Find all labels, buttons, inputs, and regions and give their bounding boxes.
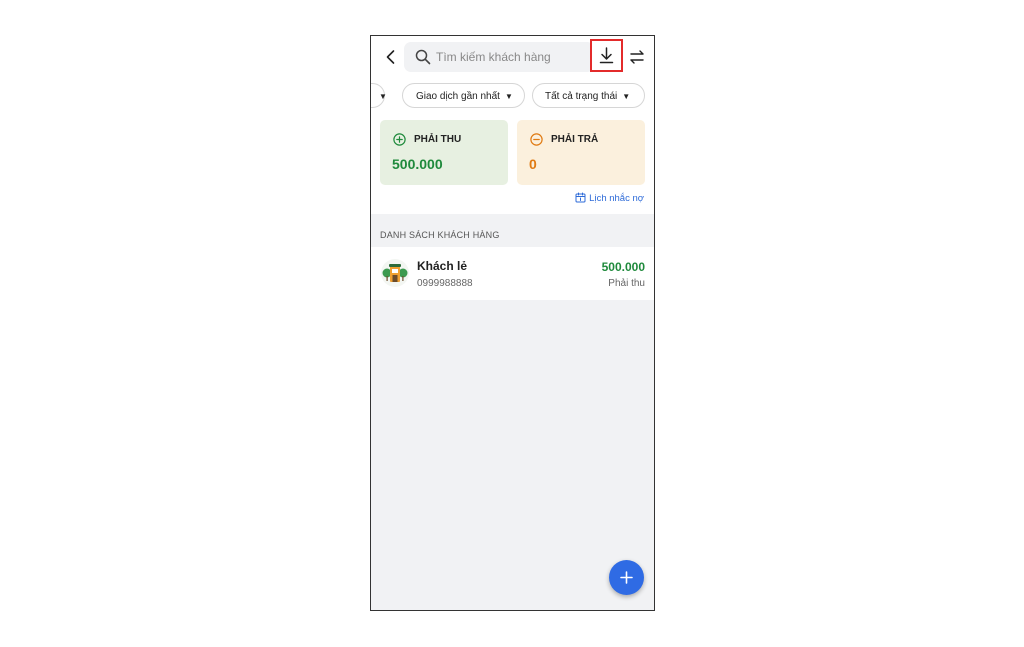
download-button[interactable] [590, 39, 623, 72]
add-customer-button[interactable] [609, 560, 644, 595]
search-icon [415, 49, 431, 65]
customer-name: Khách lẻ [417, 259, 468, 273]
plus-icon [620, 571, 633, 584]
filter-chip-all-status[interactable]: Tất cả trạng thái ▼ [532, 83, 645, 108]
payable-label: PHẢI TRẢ [551, 134, 599, 145]
debt-reminder-label: Lịch nhắc nợ [589, 193, 644, 204]
search-box[interactable] [404, 42, 594, 72]
app-screen: ▼ Giao dịch gần nhất▼ Tất cả trạng thái▼… [370, 35, 655, 611]
caret-down-icon: ▼ [504, 92, 513, 101]
customer-list-header: DANH SÁCH KHÁCH HÀNG [371, 214, 654, 247]
payable-card[interactable]: PHẢI TRẢ 0 [517, 120, 645, 185]
minus-circle-icon [530, 133, 543, 146]
back-icon[interactable] [381, 47, 401, 67]
customer-amount: 500.000 [601, 260, 645, 274]
filter-bar: ▼ Giao dịch gần nhất ▼ Tất cả trạng thái ▼ [371, 78, 654, 114]
debt-reminder-link[interactable]: Lịch nhắc nợ [575, 192, 644, 204]
section-title: DANH SÁCH KHÁCH HÀNG [380, 230, 500, 240]
receivable-label: PHẢI THU [414, 134, 462, 145]
top-bar [371, 36, 654, 78]
search-input[interactable] [436, 42, 586, 72]
receivable-value: 500.000 [392, 156, 443, 172]
caret-down-icon: ▼ [379, 92, 387, 101]
download-icon [599, 47, 614, 64]
receivable-card[interactable]: PHẢI THU 500.000 [380, 120, 508, 185]
filter-chip-label: Giao dịch gần nhất [416, 91, 500, 102]
caret-down-icon: ▼ [622, 92, 631, 101]
filter-chip-label: Tất cả trạng thái [545, 91, 618, 102]
customer-phone: 0999988888 [417, 278, 473, 289]
filter-chip-recent-transactions[interactable]: Giao dịch gần nhất ▼ [402, 83, 525, 108]
payable-value: 0 [529, 156, 537, 172]
customer-status: Phải thu [608, 278, 645, 289]
calendar-icon [575, 192, 586, 203]
store-avatar-icon [381, 259, 409, 287]
customer-row[interactable]: Khách lẻ 0999988888 500.000 Phải thu [371, 247, 654, 300]
plus-circle-icon [393, 133, 406, 146]
summary-section: PHẢI THU 500.000 PHẢI TRẢ 0 Lịch nhắc nợ [371, 114, 654, 214]
filter-chip-partial[interactable]: ▼ [371, 83, 387, 108]
swap-icon[interactable] [628, 48, 646, 66]
